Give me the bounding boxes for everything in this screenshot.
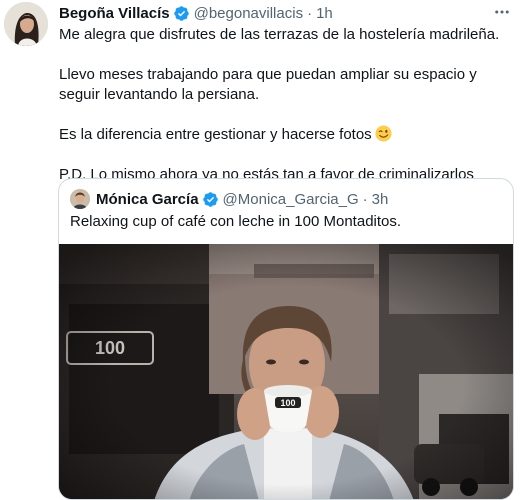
quoted-author-name: Mónica García	[96, 190, 199, 208]
quoted-tweet-header: Mónica García @Monica_Garcia_G · 3h	[70, 189, 388, 209]
quoted-tweet-photo[interactable]: 100	[59, 244, 513, 499]
verified-badge-icon	[202, 191, 218, 207]
author-avatar[interactable]	[4, 2, 48, 46]
verified-badge-icon	[173, 5, 189, 21]
tweet-timestamp[interactable]: 1h	[316, 5, 333, 22]
winking-face-emoji-icon	[375, 125, 392, 142]
separator-dot: ·	[362, 190, 368, 208]
tweet-paragraph: Llevo meses trabajando para que puedan a…	[59, 66, 477, 103]
quoted-author-avatar	[70, 189, 90, 209]
author-name[interactable]: Begoña Villacís	[59, 5, 170, 22]
more-options-icon[interactable]	[492, 2, 512, 22]
tweet-text: Me alegra que disfrutes de las terrazas …	[59, 25, 514, 185]
quoted-tweet[interactable]: Mónica García @Monica_Garcia_G · 3h Rela…	[58, 178, 514, 500]
tweet[interactable]: Begoña Villacís @begonavillacis · 1h Me …	[0, 0, 526, 500]
quoted-tweet-timestamp: 3h	[371, 190, 389, 208]
tweet-header: Begoña Villacís @begonavillacis · 1h	[59, 3, 506, 23]
quoted-tweet-text: Relaxing cup of café con leche in 100 Mo…	[70, 213, 402, 230]
separator-dot: ·	[307, 4, 313, 22]
author-handle[interactable]: @begonavillacis	[194, 5, 303, 22]
tweet-paragraph: Es la diferencia entre gestionar y hacer…	[59, 125, 514, 145]
tweet-paragraph-text: Es la diferencia entre gestionar y hacer…	[59, 126, 372, 143]
quoted-author-handle: @Monica_Garcia_G	[222, 190, 359, 208]
tweet-paragraph: Me alegra que disfrutes de las terrazas …	[59, 26, 500, 43]
